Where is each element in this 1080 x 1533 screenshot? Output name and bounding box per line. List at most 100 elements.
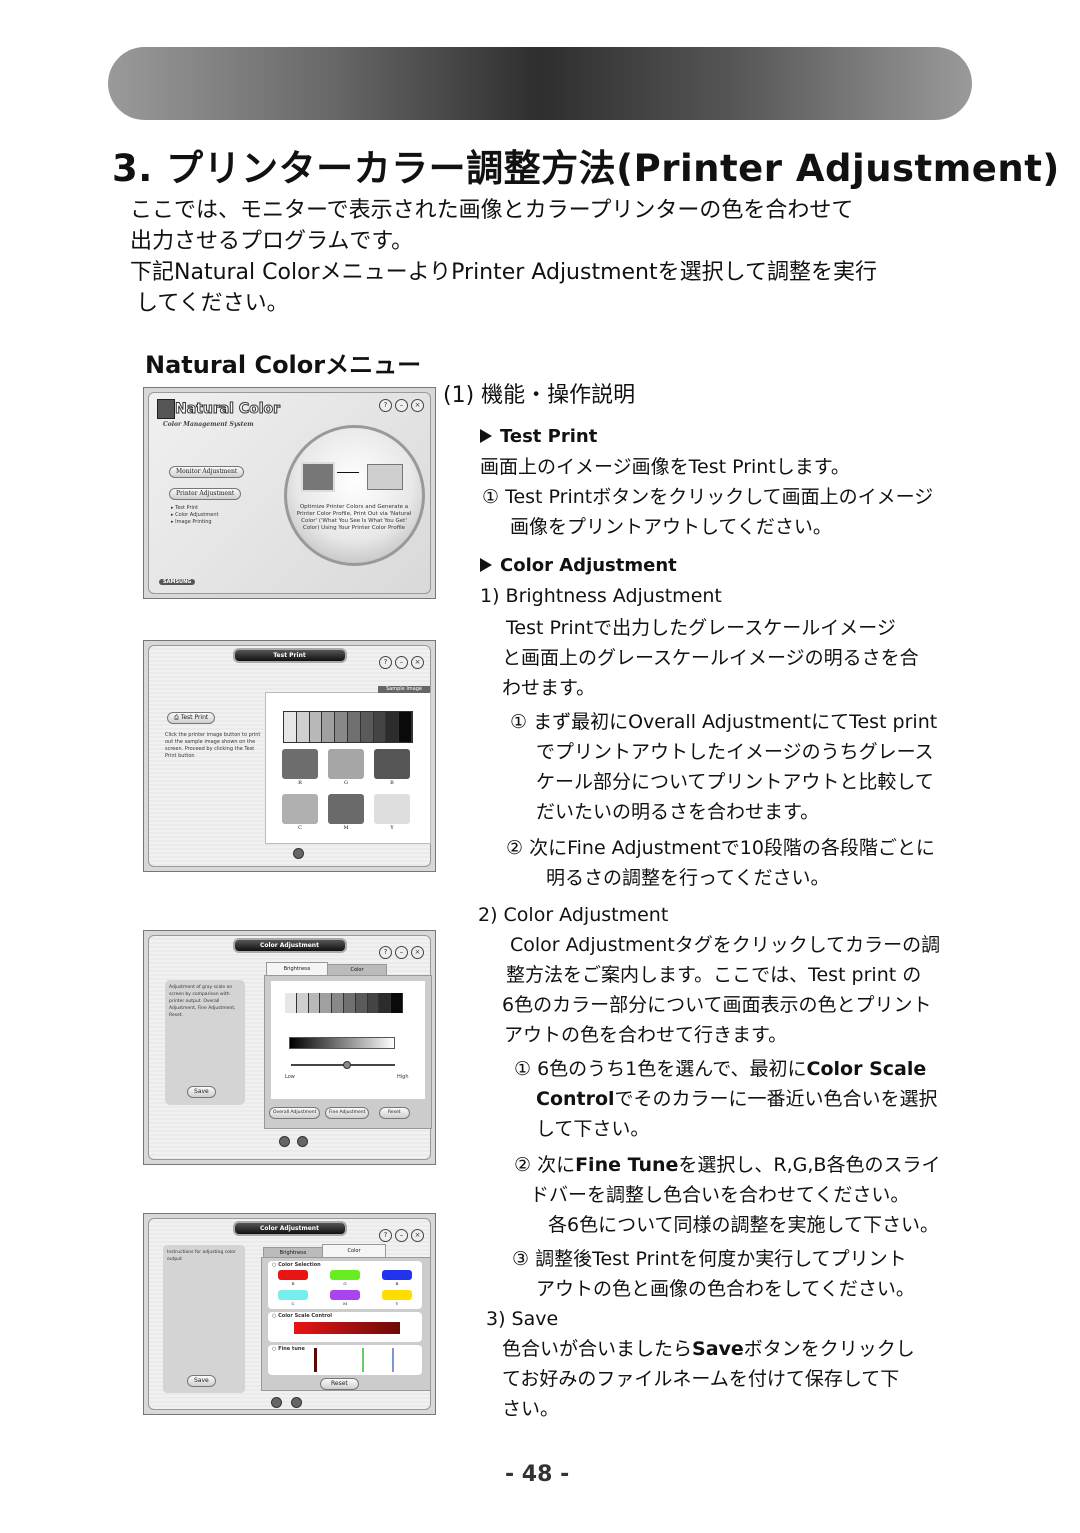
back-icon[interactable] bbox=[279, 1136, 290, 1147]
help-icon[interactable]: ? bbox=[379, 656, 392, 669]
color-swatch[interactable] bbox=[328, 749, 364, 779]
slider-knob[interactable] bbox=[343, 1061, 351, 1069]
minimize-icon[interactable]: – bbox=[395, 946, 408, 959]
back-icon[interactable] bbox=[271, 1397, 282, 1408]
swatch-label: M bbox=[342, 1301, 348, 1306]
color-swatch[interactable] bbox=[282, 749, 318, 779]
low-label: Low bbox=[285, 1074, 295, 1080]
minimize-icon[interactable]: – bbox=[395, 656, 408, 669]
main-menu-window: Natural Color Color Management System ? … bbox=[148, 392, 431, 594]
text-line: ドバーを調整し色合いを合わせてください。 bbox=[530, 1184, 910, 1206]
blue-slider[interactable] bbox=[392, 1348, 394, 1372]
test-print-button[interactable]: ⎙ Test Print bbox=[167, 712, 216, 724]
swatch-label: C bbox=[291, 1301, 295, 1306]
brand-logo: SAMSUNG bbox=[159, 579, 196, 585]
submenu-item-test-print[interactable]: ▸ Test Print bbox=[171, 505, 218, 512]
text-line: 6色のカラー部分について画面表示の色とプリント bbox=[502, 994, 932, 1016]
page-title: 3. プリンターカラー調整方法(Printer Adjustment) bbox=[112, 147, 1060, 190]
submenu: ▸ Test Print ▸ Color Adjustment ▸ Image … bbox=[171, 505, 218, 526]
color-swatch[interactable] bbox=[374, 749, 410, 779]
app-subtitle: Color Management System bbox=[163, 421, 254, 428]
high-label: High bbox=[397, 1074, 409, 1080]
reset-button[interactable]: Reset bbox=[379, 1107, 410, 1119]
fine-adjustment-button[interactable]: Fine Adjustment bbox=[325, 1107, 370, 1119]
next-icon[interactable] bbox=[297, 1136, 308, 1147]
color-swatch[interactable] bbox=[330, 1270, 360, 1280]
color-swatch[interactable] bbox=[278, 1270, 308, 1280]
text-line: わせます。 bbox=[502, 677, 596, 699]
color-selection-box: ○ Color Selection R G B C M Y bbox=[268, 1261, 422, 1309]
grayscale-step bbox=[309, 712, 323, 742]
text-line: でプリントアウトしたイメージのうちグレース bbox=[536, 741, 934, 763]
grayscale-step bbox=[285, 993, 297, 1013]
text-line: ② 次にFine Adjustmentで10段階の各段階ごとに bbox=[506, 837, 935, 859]
text-line: てお好みのファイルネームを付けて保存して下 bbox=[502, 1368, 900, 1390]
menu-heading: Natural Colorメニュー bbox=[145, 351, 422, 379]
text-line: アウトの色と画像の色合わをしてください。 bbox=[536, 1278, 915, 1300]
color-swatch[interactable] bbox=[382, 1270, 412, 1280]
app-logo: Natural Color bbox=[174, 401, 281, 418]
text-line: Controlでそのカラーに一番近い色合いを選択 bbox=[536, 1088, 938, 1110]
swatch-label: G bbox=[344, 780, 348, 786]
red-slider[interactable] bbox=[314, 1348, 317, 1372]
grayscale-step bbox=[360, 712, 374, 742]
window-title: Color Adjustment bbox=[232, 938, 347, 953]
logo-icon bbox=[157, 399, 175, 419]
color-swatch[interactable] bbox=[374, 794, 410, 824]
green-slider[interactable] bbox=[362, 1348, 364, 1372]
text-line: 明るさの調整を行ってください。 bbox=[546, 867, 830, 889]
help-title: Instructions for adjusting color output bbox=[167, 1250, 236, 1262]
brightness-heading: 1) Brightness Adjustment bbox=[480, 585, 722, 607]
monitor-image bbox=[301, 462, 335, 492]
swatch-label: R bbox=[291, 1281, 295, 1286]
close-icon[interactable]: × bbox=[411, 399, 424, 412]
color-swatch[interactable] bbox=[330, 1290, 360, 1300]
next-icon[interactable] bbox=[293, 848, 304, 859]
color-swatch[interactable] bbox=[282, 794, 318, 824]
save-button[interactable]: Save bbox=[187, 1375, 216, 1387]
submenu-item-image-printing[interactable]: ▸ Image Printing bbox=[171, 519, 218, 526]
grayscale-step bbox=[322, 712, 336, 742]
color-adjustment-title: Color Adjustment bbox=[480, 551, 937, 581]
color-swatch[interactable] bbox=[278, 1290, 308, 1300]
text-line: して下さい。 bbox=[536, 1118, 650, 1140]
close-icon[interactable]: × bbox=[411, 1229, 424, 1242]
help-text: Adjustment of gray scale on screen by co… bbox=[169, 985, 236, 1018]
text-line: ① Test Printボタンをクリックして画面上のイメージ bbox=[482, 486, 934, 508]
next-icon[interactable] bbox=[291, 1397, 302, 1408]
reset-button[interactable]: Reset bbox=[320, 1378, 359, 1390]
monitor-adjustment-button[interactable]: Monitor Adjustment bbox=[169, 466, 245, 478]
overall-adjustment-button[interactable]: Overall Adjustment bbox=[269, 1107, 321, 1119]
help-panel: Adjustment of gray scale on screen by co… bbox=[165, 980, 245, 1105]
grayscale-step bbox=[367, 993, 380, 1013]
swatch-label: M bbox=[343, 825, 349, 831]
color-scale-bar[interactable] bbox=[294, 1322, 400, 1334]
tab-panel: ○ Color Selection R G B C M Y ○ Color Scale C… bbox=[261, 1257, 431, 1391]
help-text: Click the printer image button to print … bbox=[165, 732, 261, 759]
minimize-icon[interactable]: – bbox=[395, 1229, 408, 1242]
printer-adjustment-button[interactable]: Printer Adjustment bbox=[169, 488, 242, 500]
close-icon[interactable]: × bbox=[411, 656, 424, 669]
window-controls: ? – × bbox=[379, 656, 424, 669]
intro-text: ここでは、モニターで表示された画像とカラープリンターの色を合わせて 出力させるプ… bbox=[130, 195, 877, 319]
save-heading: 3) Save bbox=[486, 1308, 559, 1330]
minimize-icon[interactable]: – bbox=[395, 399, 408, 412]
text-line: Color Adjustmentタグをクリックしてカラーの調 bbox=[510, 934, 941, 956]
submenu-item-color-adjustment[interactable]: ▸ Color Adjustment bbox=[171, 512, 218, 519]
color-swatch[interactable] bbox=[382, 1290, 412, 1300]
grayscale-step bbox=[296, 993, 309, 1013]
text-line: ① 6色のうち1色を選んで、最初にColor Scale bbox=[514, 1058, 927, 1080]
brightness-slider[interactable] bbox=[291, 1061, 395, 1069]
help-icon[interactable]: ? bbox=[379, 399, 392, 412]
help-icon[interactable]: ? bbox=[379, 946, 392, 959]
save-button[interactable]: Save bbox=[187, 1086, 216, 1098]
help-icon[interactable]: ? bbox=[379, 1229, 392, 1242]
fine-tune-box: ○ Fine tune bbox=[268, 1345, 422, 1375]
text-line: 画像をプリントアウトしてください。 bbox=[510, 516, 832, 538]
close-icon[interactable]: × bbox=[411, 946, 424, 959]
color-swatch[interactable] bbox=[328, 794, 364, 824]
grayscale-step bbox=[335, 712, 348, 742]
text-line: ① まず最初にOverall AdjustmentにてTest print bbox=[510, 711, 938, 733]
help-panel: Instructions for adjusting color output … bbox=[163, 1245, 245, 1393]
swatch-label: G bbox=[343, 1281, 347, 1286]
